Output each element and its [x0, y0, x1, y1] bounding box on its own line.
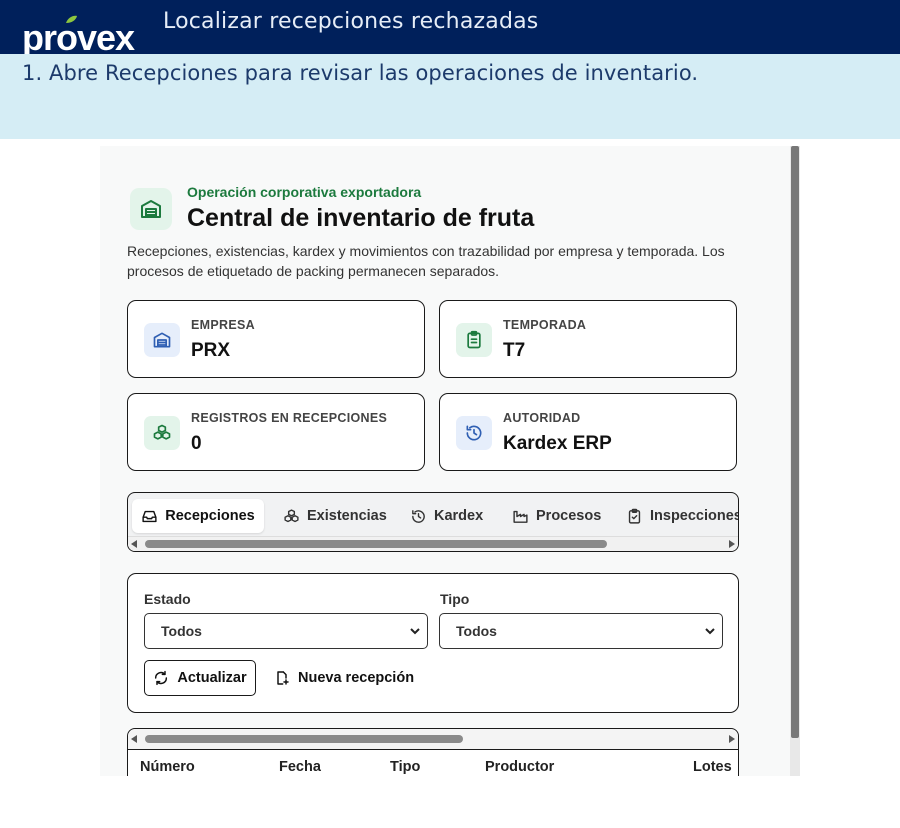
estado-select[interactable]: Todos	[144, 613, 428, 649]
card-value: T7	[503, 340, 526, 361]
estado-selected-value: Todos	[161, 623, 202, 639]
filters-panel: Estado Todos Tipo Todos Actualizar Nueva…	[127, 573, 739, 713]
warehouse-icon	[130, 188, 172, 230]
scrollbar-thumb[interactable]	[145, 540, 607, 548]
scroll-right-icon[interactable]	[729, 735, 735, 743]
scroll-left-icon[interactable]	[131, 540, 137, 548]
page-description: Recepciones, existencias, kardex y movim…	[127, 243, 725, 279]
card-label: EMPRESA	[191, 318, 255, 332]
tab-procesos[interactable]: Procesos	[512, 499, 601, 533]
page-vertical-scrollbar[interactable]	[790, 146, 800, 776]
clipboard-icon	[456, 323, 492, 357]
column-header-fecha[interactable]: Fecha	[279, 759, 321, 775]
receptions-table: Número Fecha Tipo Productor Lotes	[127, 728, 739, 776]
building-icon	[144, 323, 180, 357]
page-eyebrow: Operación corporativa exportadora	[187, 184, 422, 200]
tipo-selected-value: Todos	[456, 623, 497, 639]
card-temporada: TEMPORADA T7	[439, 300, 737, 378]
scrollbar-thumb[interactable]	[791, 146, 799, 738]
tab-label: Inspecciones	[650, 508, 739, 524]
history-icon	[412, 509, 425, 523]
chevron-down-icon	[410, 628, 420, 635]
top-banner: provex Localizar recepciones rechazadas	[0, 0, 900, 54]
boxes-icon	[144, 416, 180, 450]
column-header-productor[interactable]: Productor	[485, 759, 554, 775]
new-reception-label: Nueva recepción	[298, 670, 415, 686]
card-label: TEMPORADA	[503, 318, 587, 332]
section-tabs: Recepciones Existencias Kardex Procesos …	[127, 492, 739, 552]
svg-text:provex: provex	[22, 17, 135, 54]
page-title: Central de inventario de fruta	[187, 204, 535, 232]
tab-kardex[interactable]: Kardex	[410, 499, 483, 533]
tipo-label: Tipo	[440, 591, 470, 607]
card-empresa: EMPRESA PRX	[127, 300, 425, 378]
boxes-icon	[284, 508, 299, 522]
refresh-icon	[155, 670, 168, 686]
provex-logo: provex	[22, 15, 136, 54]
step-instruction-text: 1. Abre Recepciones para revisar las ope…	[22, 61, 699, 85]
tab-inspecciones[interactable]: Inspecciones	[626, 499, 739, 533]
clipboard-check-icon	[628, 508, 641, 524]
card-autoridad: AUTORIDAD Kardex ERP	[439, 393, 737, 471]
file-plus-icon	[277, 671, 289, 685]
card-label: AUTORIDAD	[503, 411, 581, 425]
tutorial-title: Localizar recepciones rechazadas	[163, 9, 539, 34]
app-screenshot: Operación corporativa exportadora Centra…	[100, 146, 800, 776]
card-value: Kardex ERP	[503, 433, 612, 454]
estado-label: Estado	[144, 591, 191, 607]
chevron-down-icon	[705, 628, 715, 635]
refresh-label: Actualizar	[177, 670, 247, 686]
column-header-numero[interactable]: Número	[140, 759, 195, 775]
tab-label: Existencias	[307, 508, 387, 524]
scroll-right-icon[interactable]	[729, 540, 735, 548]
tab-label: Procesos	[536, 508, 602, 524]
tab-label: Kardex	[434, 508, 484, 524]
new-reception-button[interactable]: Nueva recepción	[274, 660, 414, 696]
card-value: 0	[191, 433, 202, 454]
scroll-left-icon[interactable]	[131, 735, 137, 743]
inbox-icon	[142, 510, 157, 522]
factory-icon	[513, 510, 528, 523]
tab-label: Recepciones	[165, 508, 255, 524]
table-horizontal-scrollbar[interactable]	[128, 729, 738, 750]
tipo-select[interactable]: Todos	[439, 613, 723, 649]
card-value: PRX	[191, 340, 231, 361]
step-instruction-bar: 1. Abre Recepciones para revisar las ope…	[0, 54, 900, 139]
card-registros: REGISTROS EN RECEPCIONES 0	[127, 393, 425, 471]
tab-existencias[interactable]: Existencias	[283, 499, 387, 533]
tabs-horizontal-scrollbar[interactable]	[128, 536, 738, 551]
history-icon	[456, 416, 492, 450]
card-label: REGISTROS EN RECEPCIONES	[191, 411, 388, 425]
column-header-lotes[interactable]: Lotes	[693, 759, 732, 775]
tab-recepciones[interactable]: Recepciones	[132, 499, 264, 533]
scrollbar-thumb[interactable]	[145, 735, 463, 743]
column-header-tipo[interactable]: Tipo	[390, 759, 420, 775]
refresh-button[interactable]: Actualizar	[144, 660, 256, 696]
